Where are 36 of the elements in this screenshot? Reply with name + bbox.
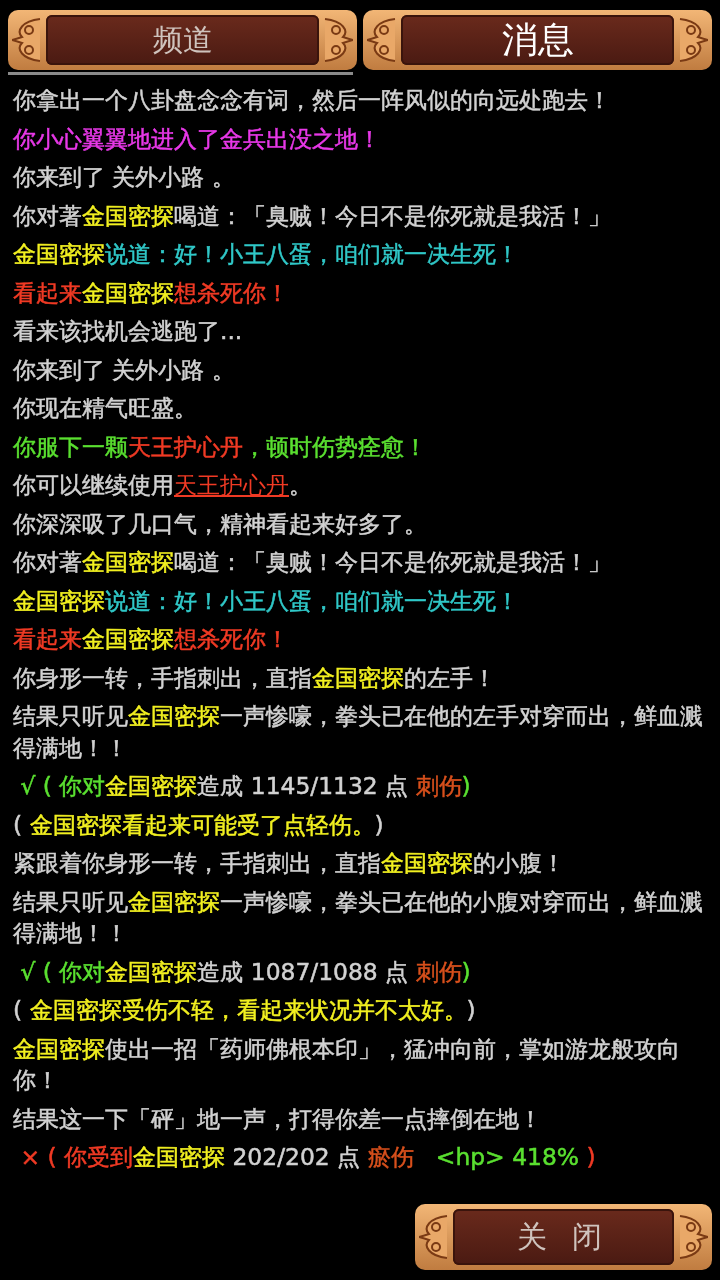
log-line: ( 金国密探看起来可能受了点轻伤。) [13, 809, 385, 841]
log-line: 结果只听见金国密探一声惨嚎，拳头已在他的左手对穿而出，鲜血溅得满地！！ [13, 701, 704, 764]
scroll-ornament-icon [678, 1214, 708, 1260]
log-line: 你拿出一个八卦盘念念有词，然后一阵风似的向远处跑去！ [13, 85, 612, 116]
log-line: 金国密探使出一招「药师佛根本印」，猛冲向前，掌如游龙般攻向你！ [13, 1033, 681, 1096]
log-line: 看起来金国密探想杀死你！ [13, 277, 290, 309]
tab[interactable]: 消息 [363, 10, 712, 70]
close-button[interactable]: 关 闭 [415, 1204, 712, 1270]
log-line: 看起来金国密探想杀死你！ [13, 624, 290, 655]
log-line: 金国密探说道：好！小王八蛋，咱们就一决生死！ [13, 239, 520, 270]
log-line: 你身形一转，手指刺出，直指金国密探的左手！ [13, 662, 497, 694]
log-line: 你服下一颗天王护心丹，顿时伤势痊愈！ [13, 431, 428, 463]
scroll-ornament-icon [419, 1214, 449, 1260]
log-line: 你小心翼翼地进入了金兵出没之地！ [13, 123, 382, 155]
log-line: 你对著金国密探喝道：「臭贼！今日不是你死就是我活！」 [13, 547, 612, 578]
log-line: 金国密探说道：好！小王八蛋，咱们就一决生死！ [13, 585, 520, 617]
scroll-ornament-icon [678, 17, 708, 63]
log-line: 你深深吸了几口气，精神看起来好多了。 [13, 508, 428, 540]
log-line: × ( 你受到金国密探 202/202 点 瘀伤 <hp> 418% ) [19, 1142, 597, 1173]
log-line: 你对著金国密探喝道：「臭贼！今日不是你死就是我活！」 [13, 200, 612, 232]
tab[interactable]: 频道 [8, 10, 357, 70]
log-line: 你来到了 关外小路 。 [13, 354, 236, 386]
log-line: 紧跟着你身形一转，手指刺出，直指金国密探的小腹！ [13, 848, 566, 879]
scroll-ornament-icon [323, 17, 353, 63]
log-line: 结果这一下「砰」地一声，打得你差一点摔倒在地！ [13, 1103, 543, 1135]
log-line: 你现在精气旺盛。 [13, 393, 198, 424]
item-link[interactable]: 天王护心丹 [174, 471, 289, 499]
scroll-ornament-icon [12, 17, 42, 63]
log-line: ( 金国密探受伤不轻，看起来状况并不太好。) [13, 995, 477, 1026]
log-line: 你来到了 关外小路 。 [13, 162, 236, 193]
log-line: √ ( 你对金国密探造成 1087/1088 点 刺伤) [19, 956, 472, 988]
log-line: 结果只听见金国密探一声惨嚎，拳头已在他的小腹对穿而出，鲜血溅得满地！！ [13, 886, 704, 949]
scroll-ornament-icon [367, 17, 397, 63]
log-line: √ ( 你对金国密探造成 1145/1132 点 刺伤) [19, 771, 472, 802]
log-line: 看来该找机会逃跑了... [13, 316, 244, 347]
log-line: 你可以继续使用天王护心丹。 [13, 470, 313, 501]
